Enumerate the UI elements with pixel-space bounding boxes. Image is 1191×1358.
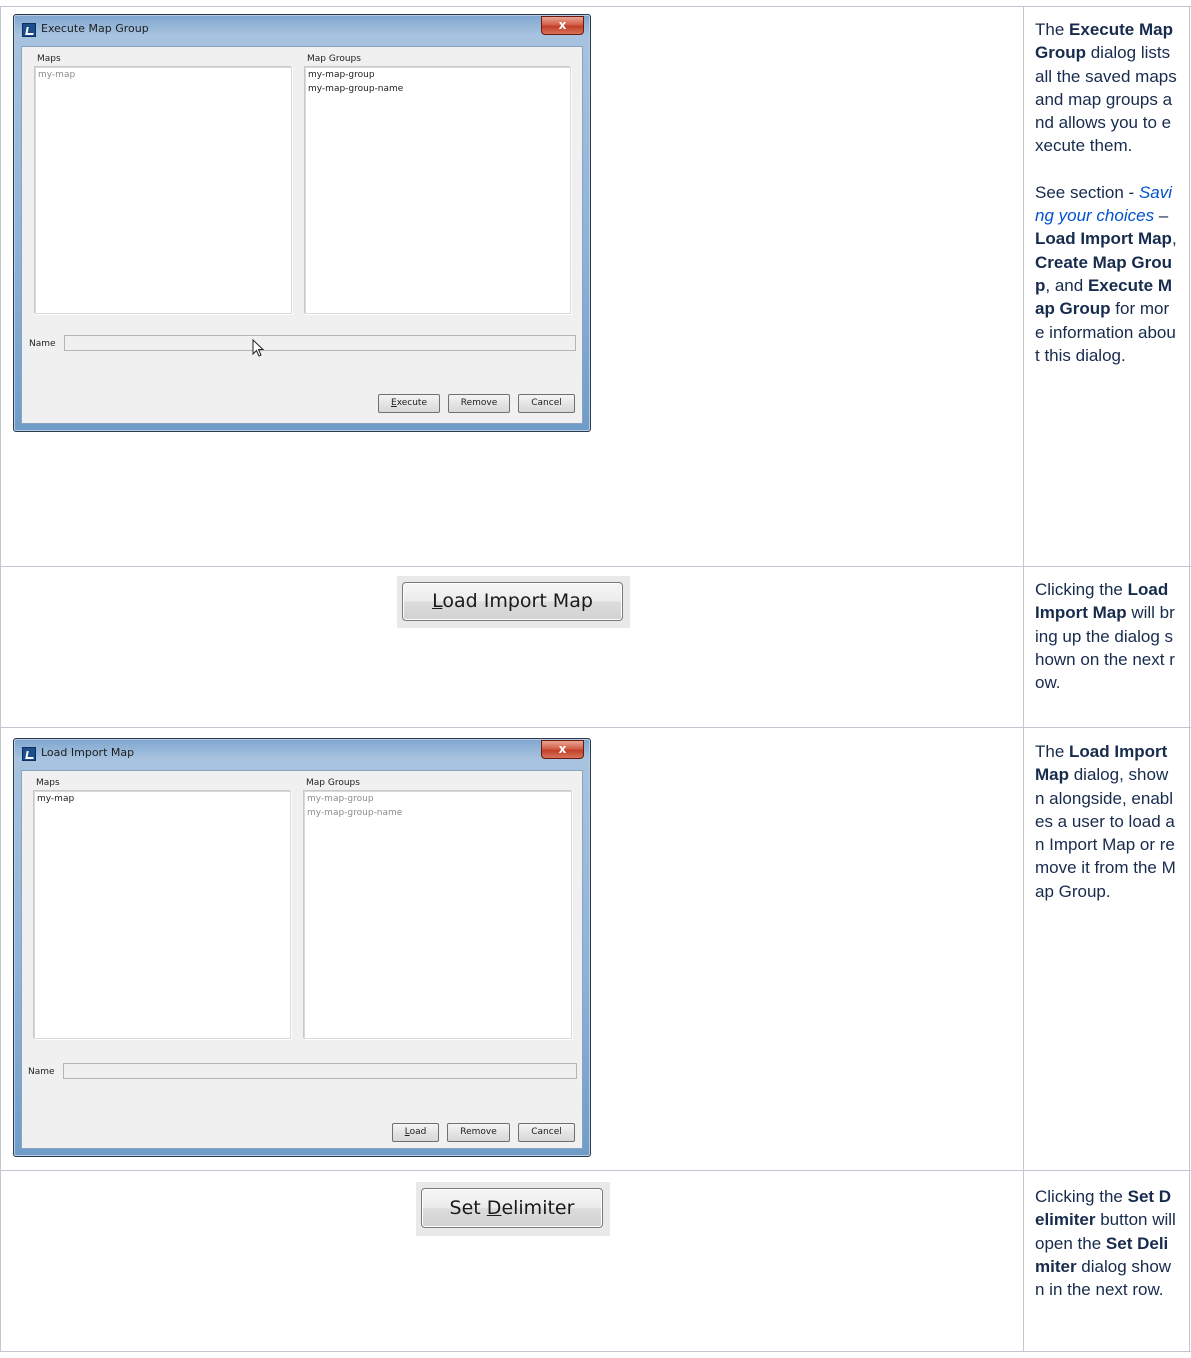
- cancel-button[interactable]: Cancel: [518, 394, 575, 413]
- table-row-divider: [0, 1170, 1191, 1171]
- description-load-import-map-dialog: The Load Import Map dialog, shown alongs…: [1035, 742, 1176, 901]
- maps-label: Maps: [37, 54, 61, 64]
- list-item[interactable]: my-map-group-name: [306, 82, 570, 96]
- table-row-divider: [0, 727, 1191, 728]
- load-import-map-dialog: Load Import Map x Maps my-map Map Groups…: [13, 738, 591, 1157]
- execute-button[interactable]: Execute: [378, 394, 440, 413]
- remove-button[interactable]: Remove: [448, 394, 510, 413]
- remove-button[interactable]: Remove: [447, 1123, 510, 1142]
- name-label: Name: [28, 1067, 55, 1077]
- map-groups-list[interactable]: my-map-group my-map-group-name: [305, 67, 571, 314]
- table-border-left: [0, 6, 1, 1352]
- dialog-client-area: Maps my-map Map Groups my-map-group my-m…: [21, 770, 583, 1149]
- maps-label: Maps: [36, 778, 60, 788]
- list-item[interactable]: my-map: [35, 792, 290, 806]
- description-execute-map-group: The Execute Map Group dialog lists all t…: [1035, 20, 1177, 365]
- list-item[interactable]: my-map-group: [306, 68, 570, 82]
- table-border-bottom: [0, 1351, 1191, 1352]
- table-border-right: [1189, 6, 1190, 1352]
- app-icon: [22, 23, 36, 37]
- dialog-titlebar[interactable]: Execute Map Group x: [14, 15, 590, 45]
- set-delimiter-button[interactable]: Set Delimiter: [421, 1188, 603, 1228]
- dialog-client-area: Maps my-map Map Groups my-map-group my-m…: [21, 46, 583, 424]
- dialog-title: Execute Map Group: [41, 22, 149, 35]
- table-column-divider: [1023, 6, 1024, 1352]
- description-set-delimiter-button: Clicking the Set Delimiter button will o…: [1035, 1187, 1176, 1300]
- name-field[interactable]: [63, 1063, 577, 1079]
- name-field[interactable]: [64, 335, 576, 351]
- cancel-button[interactable]: Cancel: [518, 1123, 575, 1142]
- name-label: Name: [29, 339, 56, 349]
- load-import-map-button[interactable]: Load Import Map: [402, 582, 623, 621]
- load-import-map-button-frame: Load Import Map: [397, 576, 630, 628]
- map-groups-list[interactable]: my-map-group my-map-group-name: [304, 791, 572, 1039]
- dialog-titlebar[interactable]: Load Import Map x: [14, 739, 590, 769]
- dialog-title: Load Import Map: [41, 746, 135, 759]
- maps-list[interactable]: my-map: [35, 67, 292, 314]
- close-icon[interactable]: x: [541, 740, 584, 759]
- list-item[interactable]: my-map: [36, 68, 291, 82]
- map-groups-label: Map Groups: [306, 778, 360, 788]
- close-icon[interactable]: x: [541, 16, 584, 35]
- load-button[interactable]: Load: [392, 1123, 439, 1142]
- execute-map-group-dialog: Execute Map Group x Maps my-map Map Grou…: [13, 14, 591, 432]
- description-load-import-map-button: Clicking the Load Import Map will bring …: [1035, 580, 1175, 693]
- table-row-divider: [0, 566, 1191, 567]
- table-border-top: [0, 6, 1191, 7]
- list-item[interactable]: my-map-group: [305, 792, 571, 806]
- list-item[interactable]: my-map-group-name: [305, 806, 571, 820]
- app-icon: [22, 747, 36, 761]
- set-delimiter-button-frame: Set Delimiter: [416, 1182, 610, 1236]
- maps-list[interactable]: my-map: [34, 791, 291, 1039]
- mouse-cursor-icon: [252, 339, 265, 357]
- map-groups-label: Map Groups: [307, 54, 361, 64]
